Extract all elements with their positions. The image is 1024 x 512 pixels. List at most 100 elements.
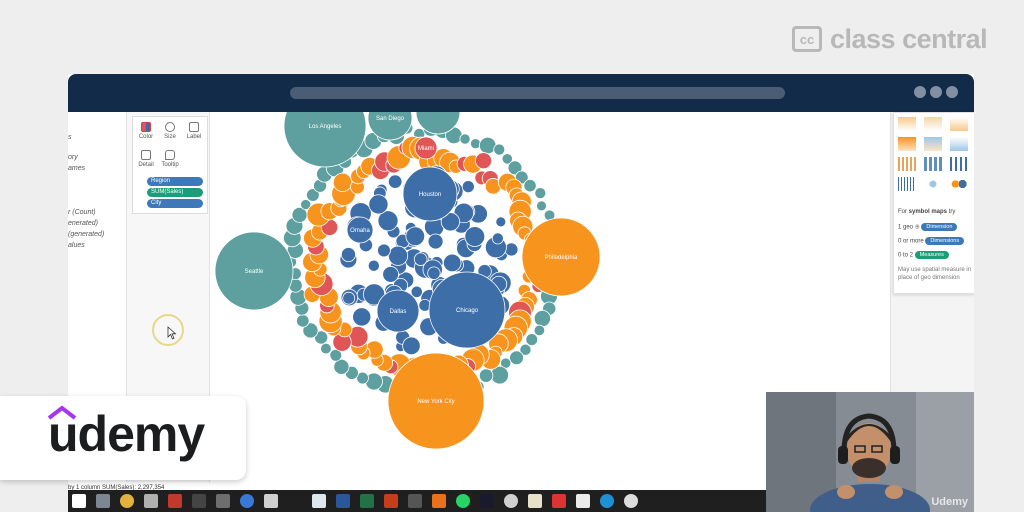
bubble[interactable] [443,253,462,273]
bubble[interactable] [534,187,547,200]
label-button[interactable]: Label [183,120,205,146]
chart-thumb-area[interactable] [924,117,942,131]
bubble[interactable] [533,324,546,337]
app-icon[interactable] [144,494,158,508]
bubble[interactable] [461,180,475,194]
app-icon[interactable] [576,494,590,508]
bubble[interactable] [368,194,389,215]
bubble[interactable] [367,259,380,272]
city-label: Miami [418,146,434,152]
bubble[interactable] [382,266,399,283]
app-icon[interactable] [216,494,230,508]
data-field[interactable]: enerated) [68,220,98,227]
chart-thumb-packed-bubbles[interactable] [950,177,968,191]
bubble[interactable] [405,226,426,247]
app-icon[interactable] [192,494,206,508]
app-icon[interactable] [600,494,614,508]
tableau-icon[interactable] [312,494,326,508]
bubble[interactable] [427,233,444,250]
bubble[interactable] [340,247,356,263]
region-pill[interactable]: Region [147,177,203,186]
bubble[interactable] [523,179,537,193]
bubble-los-angeles[interactable] [283,84,367,168]
bubble[interactable] [402,336,421,356]
bubble[interactable] [525,333,539,346]
bubble[interactable] [509,350,524,366]
bubble[interactable] [478,136,497,155]
bubble[interactable] [491,232,504,245]
data-field[interactable]: ames [68,165,85,172]
show-me-title: For symbol maps try [898,209,956,215]
bubble[interactable] [533,309,551,328]
bubble[interactable] [464,226,486,247]
chart-thumb-gantt[interactable] [898,177,916,191]
app-icon[interactable] [552,494,566,508]
chart-thumb-area[interactable] [898,117,916,131]
bubble[interactable] [474,152,493,170]
chart-thumb-line[interactable] [950,117,968,131]
show-me-note-2: place of geo dimension [898,275,960,281]
start-icon[interactable] [72,494,86,508]
bubble[interactable] [332,172,353,192]
bubble[interactable] [504,242,519,257]
app-icon[interactable] [504,494,518,508]
dimension-pill: Dimension [921,223,958,231]
bubble[interactable] [470,138,482,150]
bubble[interactable] [387,174,403,189]
city-label: New York City [417,399,454,405]
bubble[interactable] [478,368,494,383]
bubble[interactable] [493,143,506,156]
app-icon[interactable] [240,494,254,508]
bubble[interactable] [377,243,391,258]
bubble[interactable] [495,216,507,228]
chart-thumb-scatter[interactable] [924,177,942,191]
data-field[interactable]: alues [68,242,85,249]
size-button[interactable]: Size [159,120,181,146]
bubble[interactable] [352,307,372,327]
instructor-video-frame [766,392,974,512]
city-pill[interactable]: City [147,199,203,208]
app-icon[interactable] [264,494,278,508]
window-control-dot-2[interactable] [930,86,942,98]
chart-thumb-area[interactable] [924,137,942,151]
data-field[interactable]: r (Count) [68,209,96,216]
bubble[interactable] [427,266,441,280]
whatsapp-icon[interactable] [456,494,470,508]
bubble[interactable] [320,342,332,355]
app-icon[interactable] [528,494,542,508]
excel-icon[interactable] [360,494,374,508]
chart-thumb-line[interactable] [950,137,968,151]
address-bar[interactable] [290,87,785,99]
chart-thumb-bars[interactable] [898,157,916,171]
data-field[interactable]: s [68,134,72,141]
data-field[interactable]: (generated) [68,231,104,238]
files-icon[interactable] [96,494,110,508]
bubble[interactable] [387,245,409,266]
show-me-card: For symbol maps try 1 geo ⊕ Dimension 0 … [893,112,974,294]
bubble[interactable] [536,200,547,212]
window-control-dot-1[interactable] [914,86,926,98]
sales-pill[interactable]: SUM(Sales) [147,188,203,197]
chrome-icon[interactable] [120,494,134,508]
bubble[interactable] [459,133,471,145]
window-control-dot-3[interactable] [946,86,958,98]
bubble[interactable] [342,291,356,305]
app-icon[interactable] [480,494,494,508]
chart-thumb-histogram[interactable] [924,157,942,171]
instructor-webcam: Udemy [766,392,974,512]
color-button[interactable]: Color [135,120,157,146]
app-icon[interactable] [624,494,638,508]
tooltip-label: Tooltip [161,162,179,168]
data-field[interactable]: ory [68,154,78,161]
word-icon[interactable] [336,494,350,508]
app-icon[interactable] [168,494,182,508]
tooltip-button[interactable]: Tooltip [159,148,181,174]
app-icon[interactable] [408,494,422,508]
app-icon[interactable] [432,494,446,508]
powerpoint-icon[interactable] [384,494,398,508]
color-icon [141,122,151,132]
detail-button[interactable]: Detail [135,148,157,174]
chart-thumb-area[interactable] [898,137,916,151]
bubble[interactable] [296,314,310,328]
chart-thumb-box-plot[interactable] [950,157,968,171]
